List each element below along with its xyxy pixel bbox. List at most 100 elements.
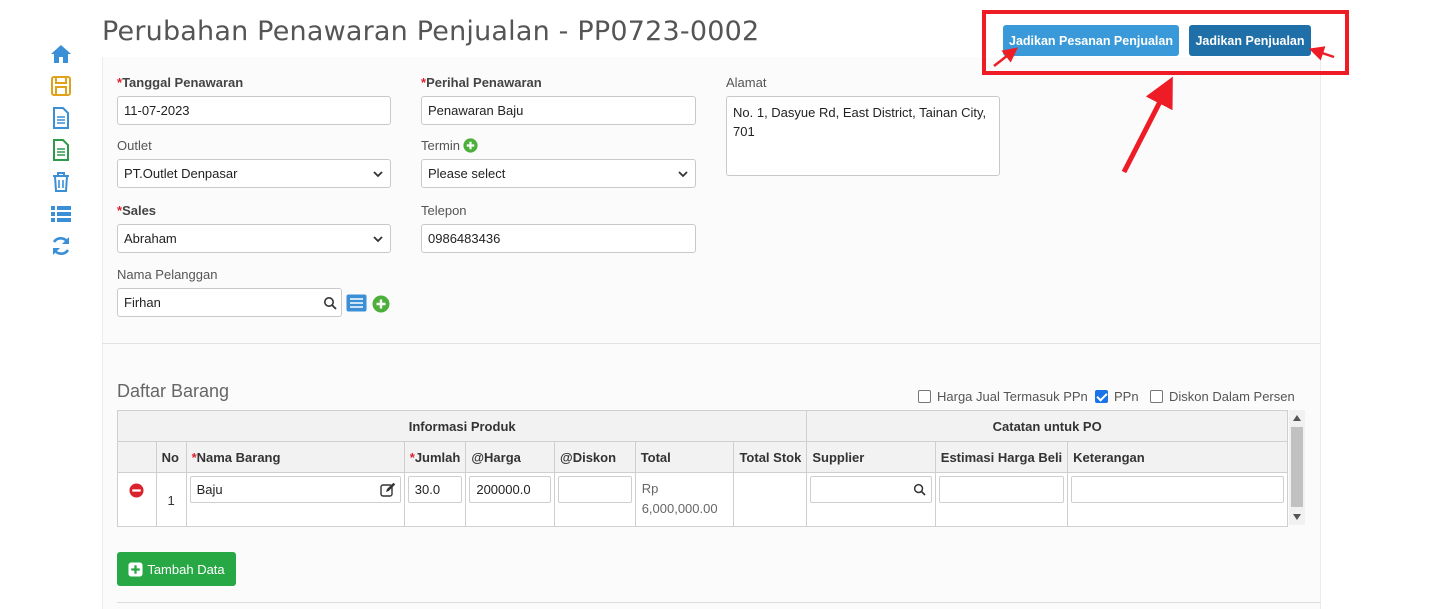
col-diskon-header: @Diskon [554, 441, 636, 473]
row-harga-cell: 200000.0 [465, 472, 556, 527]
edit-icon[interactable] [380, 482, 396, 498]
col-nama-header: *Nama Barang [185, 441, 405, 473]
column-header-row: No *Nama Barang *Jumlah @Harga @Diskon T… [117, 441, 1288, 473]
daftar-barang-title: Daftar Barang [117, 381, 230, 401]
ppn-checkbox[interactable]: PPn [1095, 389, 1139, 404]
outlet-label: Outlet [117, 138, 152, 153]
perihal-input[interactable]: Penawaran Baju [421, 96, 696, 125]
row-action-cell [117, 472, 157, 527]
outlet-value: PT.Outlet Denpasar [124, 166, 238, 181]
page-title: Perubahan Penawaran Penjualan - PP0723-0… [102, 16, 760, 47]
col-total-header: Total [634, 441, 735, 473]
supplier-input[interactable] [810, 476, 932, 503]
add-termin-icon[interactable] [463, 138, 478, 153]
sales-value: Abraham [124, 231, 177, 246]
plus-square-icon [128, 561, 143, 577]
row-no: 1 [155, 472, 187, 527]
scroll-down-icon[interactable] [1293, 514, 1301, 520]
tanggal-value: 11-07-2023 [124, 103, 190, 118]
tanggal-input[interactable]: 11-07-2023 [117, 96, 391, 125]
jadikan-penjualan-button[interactable]: Jadikan Penjualan [1189, 25, 1311, 56]
pelanggan-label: Nama Pelanggan [117, 267, 218, 282]
scroll-thumb[interactable] [1291, 427, 1303, 507]
termin-label: Termin [421, 138, 461, 153]
harga-ppn-checkbox[interactable]: Harga Jual Termasuk PPn [918, 389, 1088, 404]
home-button[interactable] [44, 38, 78, 70]
remove-row-icon[interactable] [129, 483, 144, 498]
sales-label-text: Sales [122, 203, 157, 218]
perihal-value: Penawaran Baju [428, 103, 524, 118]
telepon-input[interactable]: 0986483436 [421, 224, 696, 253]
nama-barang-value: Baju [196, 482, 223, 497]
total-amount: 6,000,000.00 [641, 501, 718, 516]
table-row: 1 Baju 30.0 200000.0 Rp 6,000,000.00 [117, 472, 1288, 527]
sales-select[interactable]: Abraham [117, 224, 391, 253]
estimasi-input[interactable] [938, 476, 1065, 503]
harga-ppn-label: Harga Jual Termasuk PPn [937, 389, 1088, 404]
chevron-down-icon [373, 171, 383, 178]
refresh-button[interactable] [44, 230, 78, 262]
checkbox-box[interactable] [918, 390, 931, 403]
row-stok-cell [733, 472, 808, 527]
search-icon[interactable] [913, 483, 926, 496]
bottom-divider [117, 602, 1321, 603]
col-harga-header: @Harga [465, 441, 556, 473]
perihal-label: *Perihal Penawaran [421, 75, 542, 90]
col-jumlah-text: Jumlah [414, 449, 461, 465]
harga-input[interactable]: 200000.0 [469, 476, 552, 503]
chevron-down-icon [678, 171, 688, 178]
diskon-input[interactable] [558, 476, 632, 503]
scroll-up-icon[interactable] [1293, 415, 1301, 421]
search-icon[interactable] [323, 296, 337, 310]
tanggal-label: *Tanggal Penawaran [117, 75, 243, 90]
tanggal-label-text: Tanggal Penawaran [122, 75, 244, 90]
document-green-button[interactable] [44, 134, 78, 166]
col-keterangan-header: Keterangan [1067, 441, 1288, 473]
perihal-label-text: Perihal Penawaran [426, 75, 542, 90]
table-scrollbar[interactable] [1289, 410, 1305, 525]
add-customer-icon[interactable] [372, 295, 390, 313]
tambah-data-button[interactable]: Tambah Data [117, 552, 236, 586]
chevron-down-icon [373, 236, 383, 243]
trash-icon [53, 172, 69, 192]
telepon-label: Telepon [421, 203, 467, 218]
document-green-icon [53, 139, 69, 161]
refresh-icon [52, 237, 70, 255]
left-toolbar [44, 38, 78, 262]
col-supplier-header: Supplier [806, 441, 936, 473]
alamat-textarea[interactable]: No. 1, Dasyue Rd, East District, Tainan … [726, 96, 1000, 176]
col-action-header [117, 441, 157, 473]
tambah-data-label: Tambah Data [147, 561, 225, 577]
save-button[interactable] [44, 70, 78, 102]
telepon-value: 0986483436 [428, 231, 501, 246]
alamat-label: Alamat [726, 75, 767, 90]
customer-list-icon[interactable] [346, 294, 367, 312]
row-total-cell: Rp 6,000,000.00 [634, 472, 735, 527]
informasi-produk-header: Informasi Produk [116, 410, 808, 442]
termin-select[interactable]: Please select [421, 159, 696, 188]
diskon-persen-checkbox[interactable]: Diskon Dalam Persen [1150, 389, 1295, 404]
nama-barang-input[interactable]: Baju [189, 476, 401, 503]
keterangan-input[interactable] [1071, 476, 1284, 503]
jumlah-input[interactable]: 30.0 [407, 476, 463, 503]
row-diskon-cell [554, 472, 636, 527]
list-button[interactable] [44, 198, 78, 230]
save-icon [51, 76, 71, 96]
col-no-header: No [155, 441, 187, 473]
jadikan-pesanan-button[interactable]: Jadikan Pesanan Penjualan [1003, 25, 1179, 56]
sales-label: *Sales [117, 203, 156, 218]
checkbox-box[interactable] [1150, 390, 1163, 403]
catatan-po-header: Catatan untuk PO [806, 410, 1288, 442]
row-estimasi-cell [934, 472, 1069, 527]
document-icon [53, 107, 69, 129]
ppn-label: PPn [1114, 389, 1139, 404]
checkbox-box-checked[interactable] [1095, 390, 1108, 403]
row-supplier-cell [806, 472, 936, 527]
outlet-select[interactable]: PT.Outlet Denpasar [117, 159, 391, 188]
delete-button[interactable] [44, 166, 78, 198]
col-nama-text: Nama Barang [196, 449, 281, 465]
group-header-row: Informasi Produk Catatan untuk PO [116, 410, 1288, 442]
col-estimasi-header: Estimasi Harga Beli [934, 441, 1069, 473]
pelanggan-input[interactable]: Firhan [117, 288, 342, 317]
document-button[interactable] [44, 102, 78, 134]
